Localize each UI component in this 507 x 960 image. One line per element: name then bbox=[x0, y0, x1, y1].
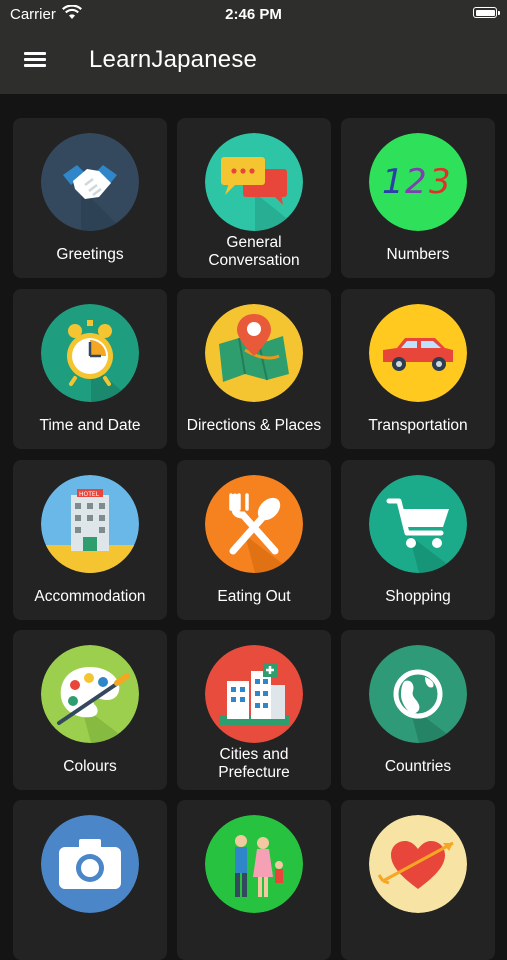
category-label: Accommodation bbox=[34, 588, 146, 605]
hamburger-menu-icon[interactable] bbox=[22, 49, 48, 73]
category-tile-shopping[interactable]: Shopping bbox=[341, 460, 495, 620]
svg-text:2: 2 bbox=[405, 162, 427, 202]
category-label: Shopping bbox=[385, 588, 451, 605]
category-tile-transportation[interactable]: Transportation bbox=[341, 289, 495, 449]
category-tile-photography[interactable] bbox=[13, 800, 167, 960]
category-tile-love[interactable] bbox=[341, 800, 495, 960]
status-bar: Carrier 2:46 PM bbox=[0, 0, 507, 28]
category-label: Cities and Prefecture bbox=[218, 746, 290, 781]
category-tile-countries[interactable]: Countries bbox=[341, 630, 495, 790]
fork-spoon-icon bbox=[205, 475, 303, 573]
category-label: Eating Out bbox=[217, 588, 291, 605]
category-tile-numbers[interactable]: 1 2 3 Numbers bbox=[341, 118, 495, 278]
paint-palette-icon bbox=[41, 645, 139, 743]
category-label: General Conversation bbox=[208, 234, 300, 269]
camera-icon bbox=[41, 815, 139, 913]
category-label: Colours bbox=[63, 758, 117, 775]
category-tile-family[interactable] bbox=[177, 800, 331, 960]
city-buildings-icon bbox=[205, 645, 303, 743]
handshake-icon bbox=[41, 133, 139, 231]
globe-icon bbox=[369, 645, 467, 743]
category-tile-directions-places[interactable]: Directions & Places bbox=[177, 289, 331, 449]
category-tile-eating-out[interactable]: Eating Out bbox=[177, 460, 331, 620]
category-label: Numbers bbox=[386, 246, 450, 263]
alarm-clock-icon bbox=[41, 304, 139, 402]
category-label: Directions & Places bbox=[186, 417, 322, 434]
car-icon bbox=[369, 304, 467, 402]
category-tile-colours[interactable]: Colours bbox=[13, 630, 167, 790]
category-label: Time and Date bbox=[39, 417, 141, 434]
category-tile-accommodation[interactable]: HOTEL Accommodation bbox=[13, 460, 167, 620]
numbers-123-icon: 1 2 3 bbox=[369, 133, 467, 231]
app-title: LearnJapanese bbox=[89, 46, 258, 73]
map-pin-icon bbox=[205, 304, 303, 402]
status-time: 2:46 PM bbox=[225, 6, 282, 23]
category-label: Greetings bbox=[56, 246, 124, 263]
shopping-cart-icon bbox=[369, 475, 467, 573]
category-label: Countries bbox=[384, 758, 452, 775]
svg-text:1: 1 bbox=[382, 162, 404, 202]
category-tile-cities-prefecture[interactable]: Cities and Prefecture bbox=[177, 630, 331, 790]
hotel-icon: HOTEL bbox=[41, 475, 139, 573]
category-tile-general-conversation[interactable]: General Conversation bbox=[177, 118, 331, 278]
family-icon bbox=[205, 815, 303, 913]
svg-text:3: 3 bbox=[429, 162, 451, 202]
chat-bubbles-icon bbox=[205, 133, 303, 231]
app-bar: LearnJapanese bbox=[0, 28, 507, 94]
category-label: Transportation bbox=[368, 417, 468, 434]
heart-arrow-icon bbox=[369, 815, 467, 913]
svg-text:HOTEL: HOTEL bbox=[79, 491, 100, 498]
category-tile-time-and-date[interactable]: Time and Date bbox=[13, 289, 167, 449]
category-tile-greetings[interactable]: Greetings bbox=[13, 118, 167, 278]
category-grid: Greetings General Conversation 1 2 3 Num… bbox=[0, 0, 507, 960]
battery-icon bbox=[473, 7, 500, 18]
